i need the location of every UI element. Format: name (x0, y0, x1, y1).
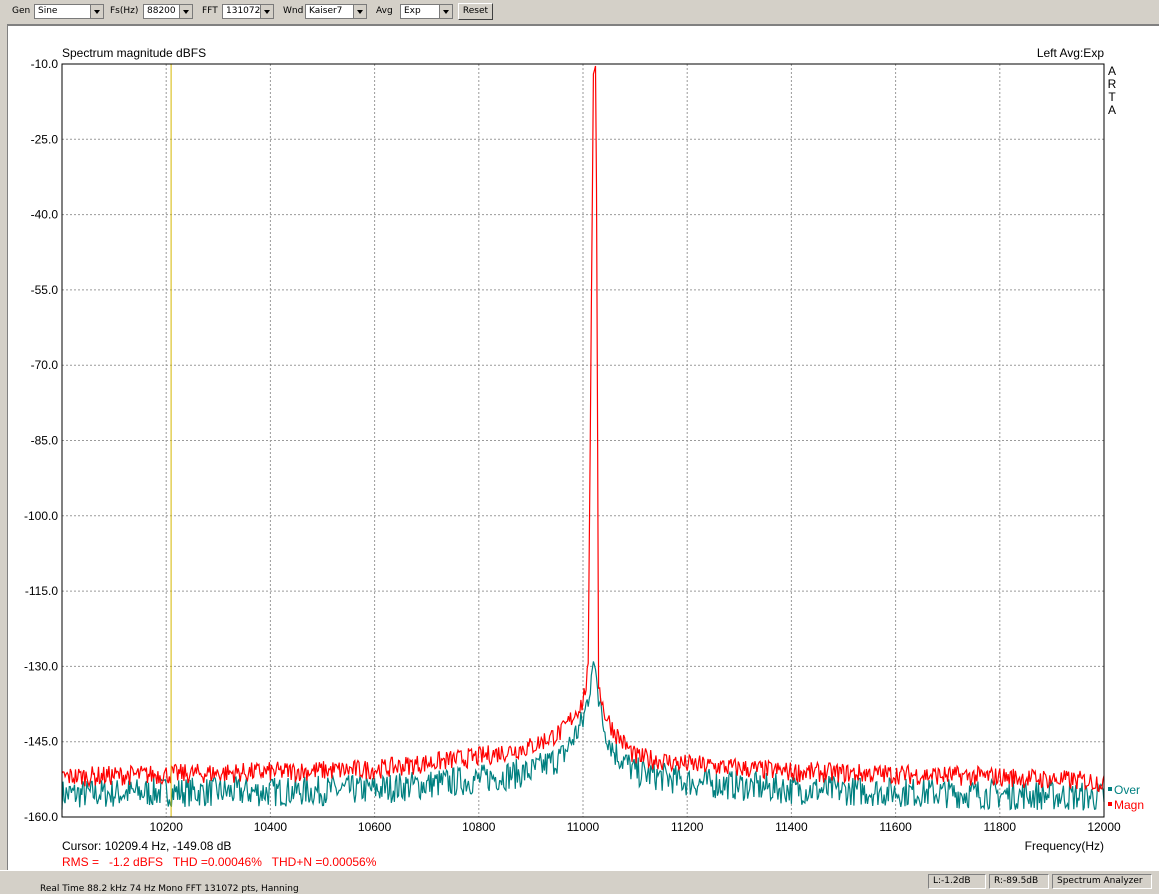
x-tick-label: 11800 (984, 820, 1017, 834)
plot-title: Spectrum magnitude dBFS (62, 46, 206, 60)
cursor-readout: Cursor: 10209.4 Hz, -149.08 dB (62, 839, 231, 853)
y-tick-label: -25.0 (31, 132, 59, 146)
right-level-indicator: R:-89.5dB (989, 874, 1049, 889)
legend-magn-label: Magn (1114, 798, 1144, 812)
logo-letter-t: T (1108, 90, 1116, 104)
y-tick-label: -160.0 (24, 810, 58, 824)
y-tick-label: -10.0 (31, 57, 59, 71)
mode-indicator: Spectrum Analyzer (1052, 874, 1152, 889)
measurement-readout: RMS = -1.2 dBFS THD =0.00046% THD+N =0.0… (62, 855, 377, 869)
y-tick-label: -100.0 (24, 509, 58, 523)
x-tick-label: 11600 (879, 820, 912, 834)
x-tick-label: 10200 (150, 820, 184, 834)
y-tick-label: -55.0 (31, 283, 59, 297)
x-tick-label: 11000 (567, 820, 600, 834)
x-tick-label: 12000 (1087, 820, 1121, 834)
y-tick-label: -70.0 (31, 358, 59, 372)
x-tick-label: 10800 (462, 820, 496, 834)
y-tick-label: -145.0 (24, 735, 58, 749)
y-tick-label: -130.0 (24, 659, 58, 673)
legend-over-label: Over (1114, 783, 1140, 797)
x-tick-label: 11200 (671, 820, 704, 834)
x-tick-label: 10600 (358, 820, 392, 834)
y-tick-label: -40.0 (31, 208, 59, 222)
left-level-indicator: L:-1.2dB (928, 874, 986, 889)
status-bar: Real Time 88.2 kHz 74 Hz Mono FFT 131072… (0, 870, 1159, 894)
status-ghost-text: Real Time 88.2 kHz 74 Hz Mono FFT 131072… (40, 884, 299, 894)
x-tick-labels: 10200 10400 10600 10800 11000 11200 11400 11600… (150, 820, 1121, 834)
legend-over-swatch (1108, 787, 1112, 791)
channel-info: Left Avg:Exp (1037, 46, 1104, 60)
x-axis-label: Frequency(Hz) (1025, 839, 1104, 853)
legend-magn-swatch (1108, 802, 1112, 806)
series-line-over (61, 661, 1105, 811)
y-tick-label: -85.0 (31, 434, 59, 448)
logo-letter-a2: A (1108, 103, 1116, 117)
logo-letter-a: A (1108, 64, 1116, 78)
spectrum-chart[interactable]: -10.0 -25.0 -40.0 -55.0 -70.0 -85.0 -100.0 -115… (0, 0, 1159, 870)
x-tick-label: 11400 (775, 820, 808, 834)
x-tick-label: 10400 (254, 820, 288, 834)
y-tick-labels: -10.0 -25.0 -40.0 -55.0 -70.0 -85.0 -100.0 -115… (24, 57, 58, 824)
logo-letter-r: R (1108, 77, 1117, 91)
y-tick-label: -115.0 (25, 584, 58, 598)
